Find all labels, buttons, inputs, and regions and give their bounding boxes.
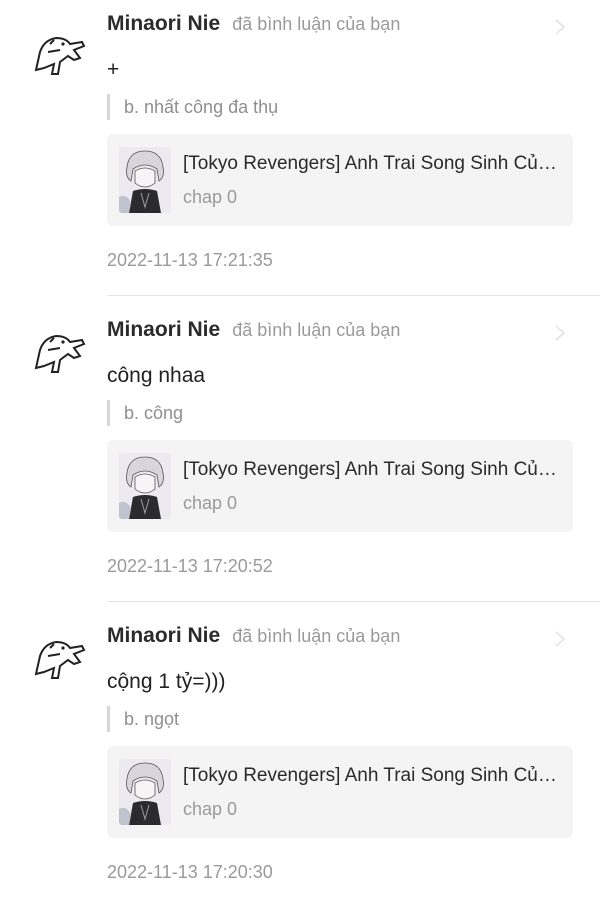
notification-item[interactable]: Minaori Nie đã bình luận của bạn + b. nh… xyxy=(0,0,600,296)
user-name[interactable]: Minaori Nie xyxy=(107,12,220,36)
chapter-label: chap 0 xyxy=(183,799,238,819)
story-card[interactable]: [Tokyo Revengers] Anh Trai Song Sinh Của… xyxy=(107,134,573,226)
chapter-label: chap 0 xyxy=(183,187,238,207)
timestamp: 2022-11-13 17:20:30 xyxy=(107,862,273,882)
quoted-comment: b. ngọt xyxy=(107,706,573,732)
notification-header: Minaori Nie đã bình luận của bạn xyxy=(107,12,573,42)
avatar-icon[interactable] xyxy=(30,328,88,378)
story-cover-image xyxy=(119,453,171,519)
story-title: [Tokyo Revengers] Anh Trai Song Sinh Của… xyxy=(183,153,561,174)
timestamp: 2022-11-13 17:20:52 xyxy=(107,556,273,576)
quoted-comment: b. nhất công đa thụ xyxy=(107,94,573,120)
story-cover-image xyxy=(119,759,171,825)
action-text: đã bình luận của bạn xyxy=(232,626,401,646)
chapter-label: chap 0 xyxy=(183,493,238,513)
comment-text: công nhaa xyxy=(107,364,206,387)
notification-list: Minaori Nie đã bình luận của bạn + b. nh… xyxy=(0,0,600,908)
action-text: đã bình luận của bạn xyxy=(232,320,401,340)
story-cover-image xyxy=(119,147,171,213)
notification-item[interactable]: Minaori Nie đã bình luận của bạn công nh… xyxy=(0,296,600,602)
comment-text: cộng 1 tỷ=))) xyxy=(107,670,226,693)
chevron-right-icon[interactable] xyxy=(553,629,567,649)
comment-text: + xyxy=(107,58,120,81)
user-name[interactable]: Minaori Nie xyxy=(107,318,220,342)
user-name[interactable]: Minaori Nie xyxy=(107,624,220,648)
avatar-icon[interactable] xyxy=(30,634,88,684)
timestamp: 2022-11-13 17:21:35 xyxy=(107,250,273,270)
story-card[interactable]: [Tokyo Revengers] Anh Trai Song Sinh Của… xyxy=(107,746,573,838)
notification-header: Minaori Nie đã bình luận của bạn xyxy=(107,624,573,654)
notification-header: Minaori Nie đã bình luận của bạn xyxy=(107,318,573,348)
action-text: đã bình luận của bạn xyxy=(232,14,401,34)
avatar-icon[interactable] xyxy=(30,30,88,80)
chevron-right-icon[interactable] xyxy=(553,323,567,343)
quoted-comment: b. công xyxy=(107,400,573,426)
story-card[interactable]: [Tokyo Revengers] Anh Trai Song Sinh Của… xyxy=(107,440,573,532)
story-title: [Tokyo Revengers] Anh Trai Song Sinh Của… xyxy=(183,459,561,480)
notification-item[interactable]: Minaori Nie đã bình luận của bạn cộng 1 … xyxy=(0,602,600,908)
story-title: [Tokyo Revengers] Anh Trai Song Sinh Của… xyxy=(183,765,561,786)
chevron-right-icon[interactable] xyxy=(553,17,567,37)
